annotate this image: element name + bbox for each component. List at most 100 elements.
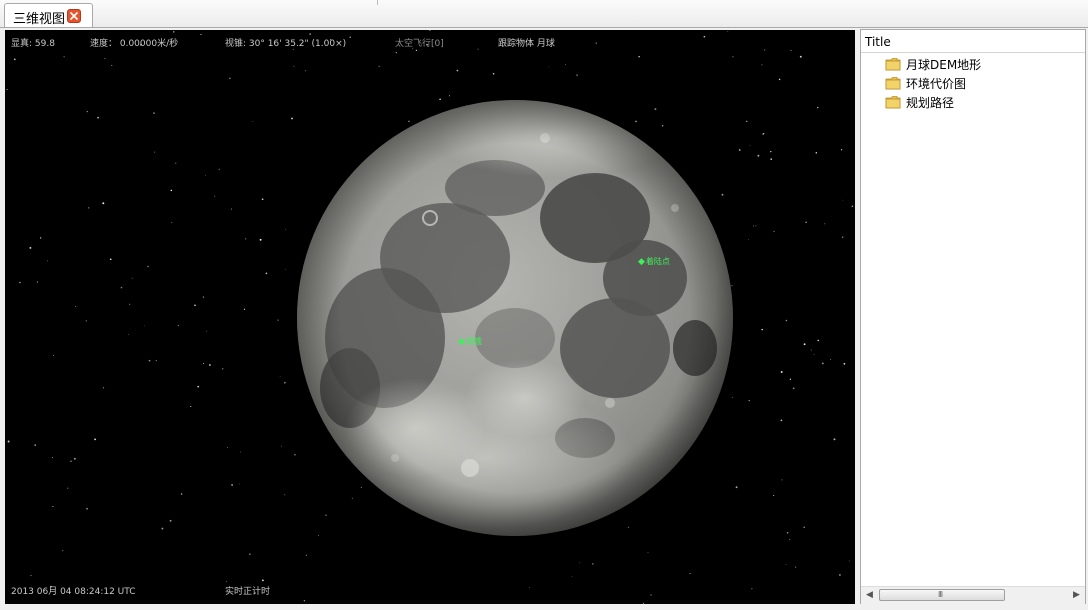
star bbox=[262, 579, 264, 582]
star bbox=[265, 272, 268, 275]
star bbox=[190, 405, 192, 407]
star bbox=[817, 106, 819, 109]
star bbox=[173, 31, 175, 33]
star bbox=[170, 189, 173, 192]
star bbox=[214, 195, 216, 197]
star bbox=[7, 440, 10, 443]
star bbox=[309, 33, 311, 35]
star bbox=[131, 277, 133, 279]
tab-3d-view[interactable]: 三维视图 bbox=[4, 3, 93, 27]
star bbox=[249, 553, 251, 555]
map-marker-0[interactable]: ◆嫦娥 bbox=[458, 336, 482, 347]
star bbox=[277, 319, 279, 321]
tab-label: 三维视图 bbox=[13, 12, 66, 27]
close-icon[interactable] bbox=[67, 9, 81, 23]
star bbox=[285, 269, 286, 270]
star bbox=[592, 563, 594, 565]
star bbox=[293, 65, 295, 67]
star bbox=[109, 258, 112, 261]
star bbox=[824, 223, 826, 225]
star bbox=[492, 72, 495, 75]
star bbox=[732, 56, 734, 58]
marker-dot-icon: ◆ bbox=[638, 257, 645, 267]
hud-flight-mode: 太空飞行[0] bbox=[395, 39, 444, 49]
star bbox=[39, 237, 42, 239]
star bbox=[785, 319, 788, 322]
star bbox=[789, 378, 792, 380]
star bbox=[143, 325, 145, 327]
star bbox=[746, 120, 748, 123]
3d-viewport[interactable]: ◆嫦娥 ◆着陆点 显真: 59.8 速度： 0.00000米/秒 视锥: 30°… bbox=[5, 30, 855, 604]
star bbox=[810, 349, 812, 351]
star bbox=[395, 52, 397, 54]
star bbox=[448, 95, 451, 97]
star bbox=[292, 49, 294, 51]
star bbox=[225, 580, 227, 582]
star bbox=[206, 330, 208, 332]
star bbox=[102, 202, 105, 205]
star bbox=[749, 145, 751, 147]
star bbox=[571, 576, 573, 578]
map-marker-1[interactable]: ◆着陆点 bbox=[638, 256, 670, 267]
star bbox=[564, 63, 566, 65]
star bbox=[284, 494, 286, 496]
star bbox=[305, 70, 306, 72]
star bbox=[748, 238, 750, 240]
moon-globe[interactable] bbox=[295, 98, 735, 538]
star bbox=[803, 526, 806, 529]
star bbox=[85, 320, 87, 322]
hud-view-angle: 视锥: 30° 16' 35.2" (1.00×) bbox=[225, 39, 347, 49]
star bbox=[129, 303, 131, 305]
star bbox=[94, 438, 96, 441]
star bbox=[97, 116, 100, 119]
star bbox=[689, 572, 691, 575]
star bbox=[51, 456, 53, 458]
star bbox=[19, 281, 21, 284]
star bbox=[180, 493, 183, 495]
star bbox=[204, 174, 206, 176]
star bbox=[303, 600, 306, 602]
star bbox=[227, 447, 228, 448]
star bbox=[415, 49, 417, 51]
star bbox=[148, 359, 151, 362]
star bbox=[36, 281, 38, 283]
star bbox=[650, 594, 652, 596]
star bbox=[261, 198, 264, 201]
scrollbar-thumb[interactable]: III bbox=[879, 589, 1005, 601]
star bbox=[30, 575, 32, 577]
star bbox=[175, 162, 177, 164]
star bbox=[208, 364, 211, 366]
star bbox=[840, 149, 843, 151]
star bbox=[770, 150, 772, 153]
tree-item-label: 月球DEM地形 bbox=[906, 58, 982, 72]
star bbox=[786, 531, 789, 534]
star bbox=[197, 385, 200, 388]
star bbox=[848, 560, 850, 562]
horizontal-scrollbar[interactable]: ◀ III ▶ bbox=[861, 586, 1085, 604]
star bbox=[284, 381, 286, 384]
star bbox=[245, 238, 247, 240]
scroll-left-icon[interactable]: ◀ bbox=[866, 590, 873, 600]
star bbox=[240, 451, 242, 453]
star bbox=[642, 602, 645, 604]
star bbox=[47, 260, 48, 262]
star bbox=[230, 208, 233, 210]
star bbox=[770, 158, 773, 160]
scroll-right-icon[interactable]: ▶ bbox=[1073, 590, 1080, 600]
star bbox=[285, 229, 287, 230]
star bbox=[305, 554, 307, 556]
star bbox=[29, 246, 32, 249]
star bbox=[171, 222, 173, 223]
hud-speed: 速度： 0.00000米/秒 bbox=[90, 39, 179, 49]
star bbox=[548, 66, 550, 68]
tab-strip: 三维视图 bbox=[0, 0, 1088, 28]
star bbox=[842, 199, 844, 201]
star bbox=[757, 154, 760, 157]
star bbox=[761, 64, 763, 66]
scrollbar-grip: III bbox=[938, 590, 943, 599]
star bbox=[785, 564, 787, 566]
marker-label: 着陆点 bbox=[645, 257, 670, 266]
star bbox=[529, 587, 531, 588]
star bbox=[259, 238, 262, 241]
tree-item-label: 规划路径 bbox=[906, 96, 955, 110]
